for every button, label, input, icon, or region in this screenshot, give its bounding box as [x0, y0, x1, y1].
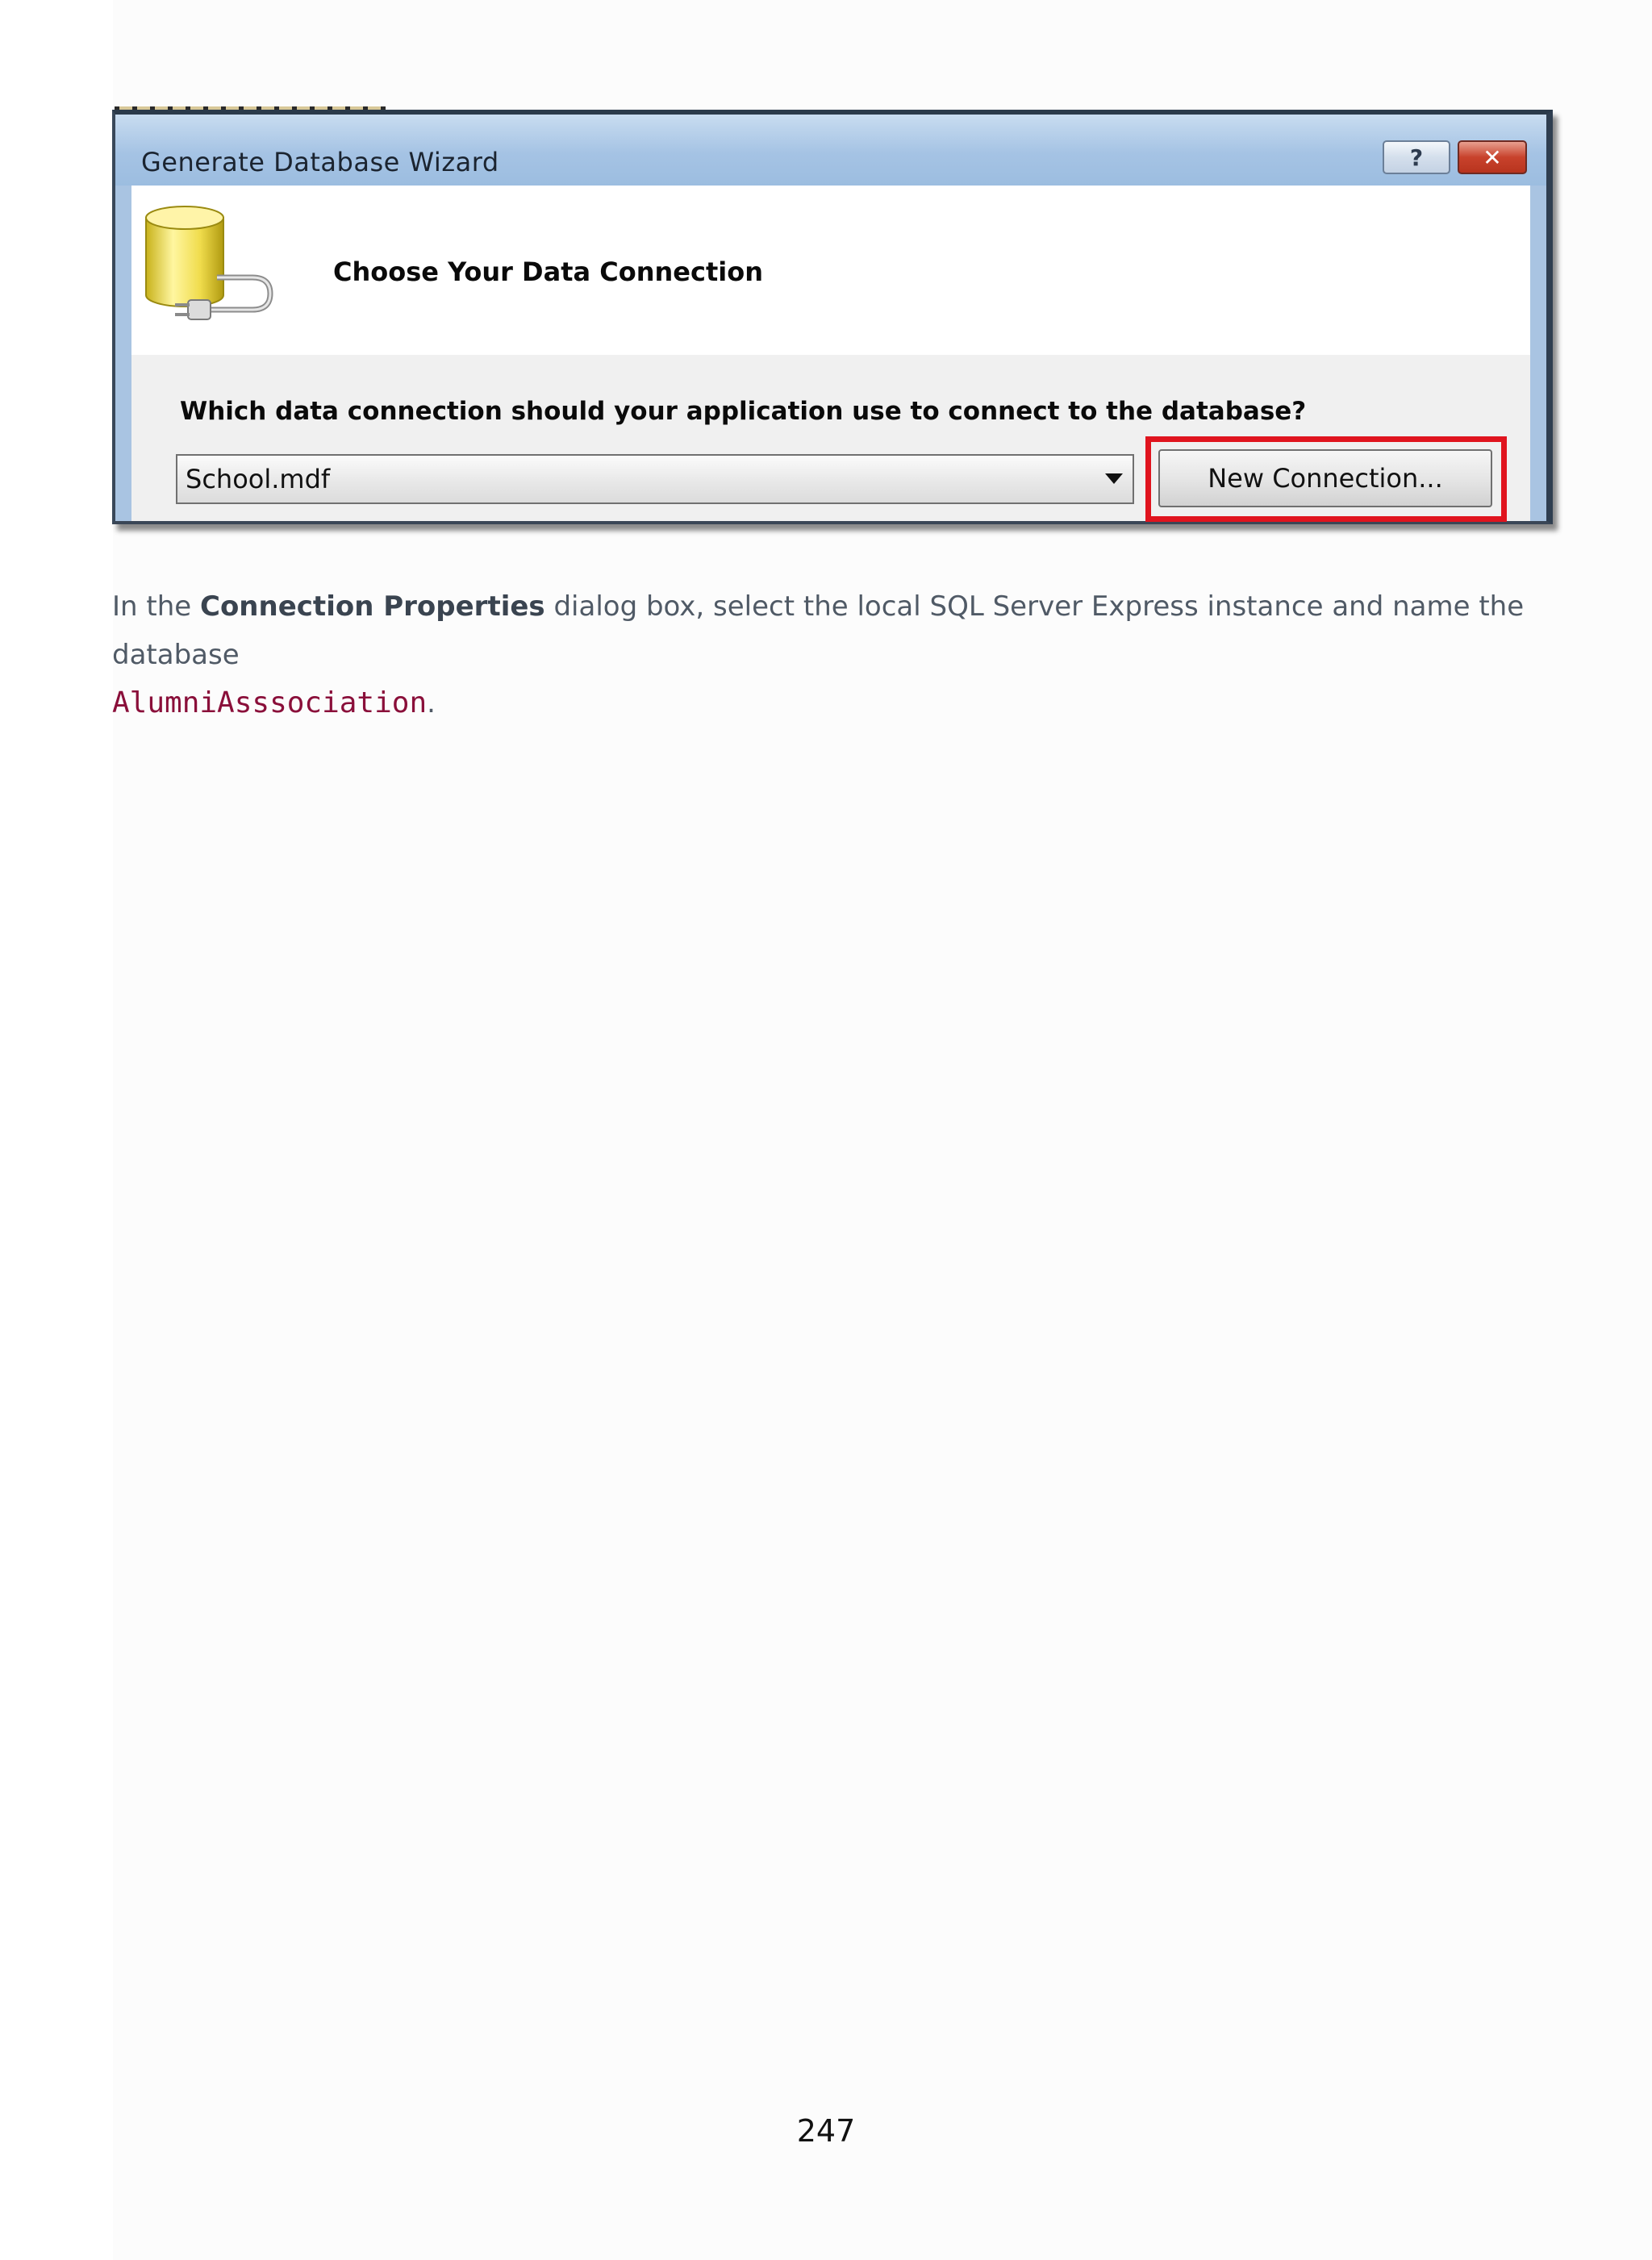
chevron-down-icon[interactable] — [1105, 473, 1123, 484]
wizard-header-panel: Choose Your Data Connection — [131, 186, 1530, 355]
connection-question-label: Which data connection should your applic… — [180, 397, 1307, 426]
dialog-title: Generate Database Wizard — [141, 147, 499, 177]
close-button[interactable]: ✕ — [1458, 140, 1527, 174]
wizard-dialog-screenshot: Generate Database Wizard ? ✕ Choose Your… — [112, 110, 1553, 524]
new-connection-button[interactable]: New Connection... — [1158, 449, 1492, 507]
connection-dropdown-value: School.mdf — [186, 464, 331, 494]
database-name-code: AlumniAsssociation — [112, 686, 428, 719]
instruction-paragraph: In the Connection Properties dialog box,… — [112, 582, 1572, 728]
close-icon: ✕ — [1483, 144, 1502, 171]
dialog-titlebar: Generate Database Wizard ? ✕ — [115, 115, 1546, 186]
dialog-client-area: Choose Your Data Connection Which data c… — [131, 186, 1530, 522]
database-plug-icon — [145, 206, 273, 320]
page-number: 247 — [796, 2113, 856, 2149]
connection-properties-term: Connection Properties — [200, 590, 545, 623]
help-button[interactable]: ? — [1383, 140, 1450, 174]
paragraph-text-before: In the — [112, 590, 200, 623]
help-icon: ? — [1409, 144, 1424, 171]
paragraph-text-after: . — [427, 687, 436, 719]
connection-dropdown[interactable]: School.mdf — [176, 454, 1134, 504]
wizard-step-title: Choose Your Data Connection — [333, 256, 763, 287]
